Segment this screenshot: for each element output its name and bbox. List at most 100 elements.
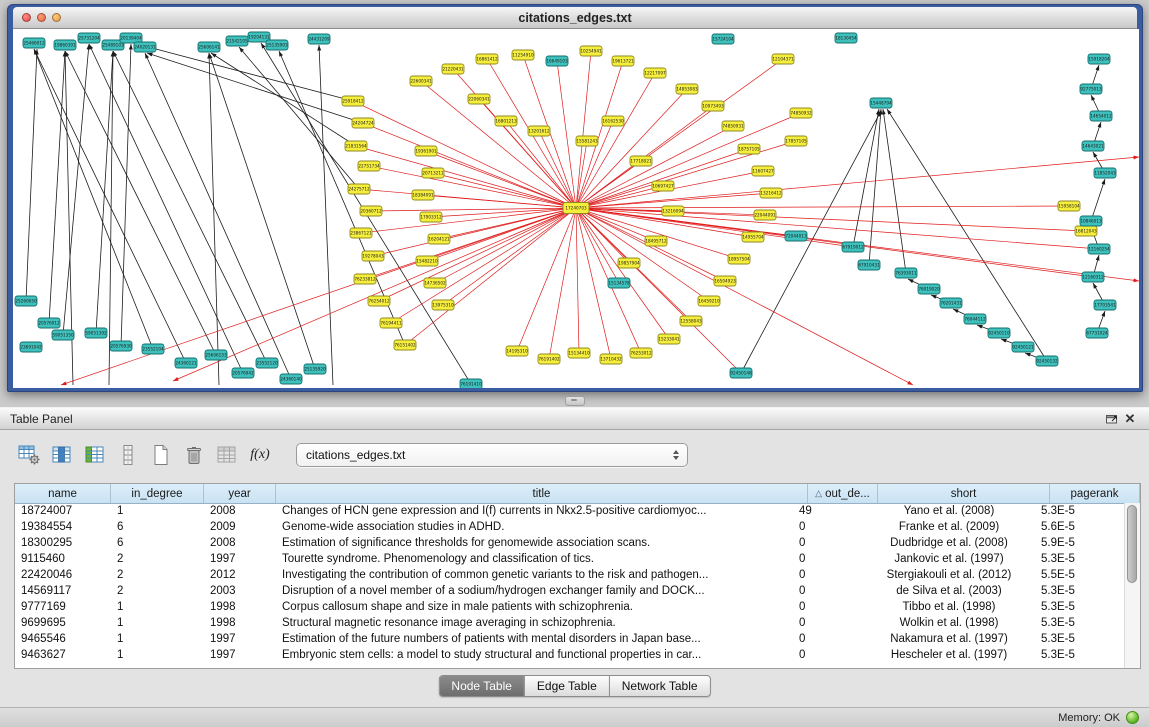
graph-node[interactable]: 23691042 [20, 342, 42, 352]
float-panel-button[interactable] [1103, 410, 1121, 428]
graph-node[interactable]: 76393011 [895, 268, 917, 278]
graph-node[interactable]: 16861412 [476, 54, 498, 64]
tab-edge-table[interactable]: Edge Table [525, 676, 610, 696]
table-row[interactable]: 1872400712008Changes of HCN gene express… [15, 503, 1125, 519]
graph-node[interactable]: 20139404 [120, 33, 142, 43]
column-header-pagerank[interactable]: pagerank [1050, 484, 1140, 503]
new-table-button[interactable] [148, 442, 174, 468]
graph-node[interactable]: 76201431 [940, 298, 962, 308]
graph-node[interactable]: 25918412 [342, 96, 364, 106]
graph-node[interactable]: 24360121 [175, 358, 197, 368]
graph-node[interactable]: 24431209 [308, 34, 330, 44]
graph-node[interactable]: 12217097 [644, 68, 666, 78]
graph-node[interactable]: 92450132 [1036, 356, 1058, 366]
graph-node[interactable]: 13710432 [600, 354, 622, 364]
close-panel-button[interactable]: ✕ [1121, 410, 1139, 428]
table-row[interactable]: 946554611997Estimation of the future num… [15, 631, 1125, 647]
graph-node[interactable]: 16459210 [698, 296, 720, 306]
column-header-short[interactable]: short [878, 484, 1050, 503]
network-svg[interactable]: 25918412 24204724 21831564 22751734 24275712… [13, 29, 1139, 388]
graph-node[interactable]: 15958104 [1058, 201, 1080, 211]
graph-node[interactable]: 59051392 [85, 328, 107, 338]
table-row[interactable]: 1830029562008Estimation of significance … [15, 535, 1125, 551]
graph-node[interactable]: 25466012 [23, 38, 45, 48]
graph-node[interactable]: 18384091 [412, 190, 434, 200]
graph-node[interactable]: 16801213 [495, 116, 517, 126]
graph-node[interactable]: 92775013 [1080, 84, 1102, 94]
scrollbar-thumb[interactable] [1127, 505, 1137, 583]
graph-node[interactable]: 16812043 [1075, 226, 1097, 236]
graph-node[interactable]: 76019020 [918, 284, 940, 294]
graph-node[interactable]: 24204724 [352, 118, 374, 128]
graph-node[interactable]: 17703541 [1094, 300, 1116, 310]
graph-node[interactable]: 17718021 [630, 156, 652, 166]
graph-node[interactable]: 20576912 [38, 318, 60, 328]
graph-node[interactable]: 14853083 [676, 84, 698, 94]
graph-node[interactable]: 17903312 [420, 212, 442, 222]
graph-node[interactable]: 72044013 [785, 231, 807, 241]
graph-node[interactable]: 22060341 [468, 94, 490, 104]
import-table-button[interactable] [214, 442, 240, 468]
graph-node[interactable]: 12558043 [680, 316, 702, 326]
graph-node[interactable]: 22751734 [358, 161, 380, 171]
graph-node[interactable]: 16649103 [546, 56, 568, 66]
select-columns-button[interactable] [49, 442, 75, 468]
table-row[interactable]: 946362711997Embryonic stem cells: a mode… [15, 647, 1125, 663]
column-header-in_degree[interactable]: in_degree [111, 484, 204, 503]
graph-node[interactable]: 24360140 [280, 374, 302, 384]
graph-node[interactable]: 76254012 [368, 296, 390, 306]
graph-node[interactable]: 25731204 [78, 33, 100, 43]
graph-node[interactable]: 92450148 [730, 368, 752, 378]
graph-node[interactable]: 74850931 [722, 121, 744, 131]
graph-node[interactable]: 92450121 [1012, 342, 1034, 352]
graph-node[interactable]: 23867121 [350, 228, 372, 238]
graph-node[interactable]: 74850932 [790, 108, 812, 118]
graph-node[interactable]: 21542105 [226, 36, 248, 46]
graph-node[interactable]: 16504923 [714, 276, 736, 286]
graph-node[interactable]: 19860391 [54, 40, 76, 50]
graph-node[interactable]: 13216412 [760, 188, 782, 198]
graph-node[interactable]: 76253012 [630, 348, 652, 358]
table-row[interactable]: 1456911722003Disruption of a novel membe… [15, 583, 1125, 599]
graph-node[interactable]: 15482210 [416, 256, 438, 266]
graph-node[interactable]: 19278043 [362, 251, 384, 261]
graph-node[interactable]: 25606141 [198, 42, 220, 52]
minimize-button[interactable] [37, 13, 46, 22]
graph-node[interactable]: 14195310 [506, 346, 528, 356]
graph-node[interactable]: 23552120 [256, 358, 278, 368]
graph-node[interactable]: 14643021 [1082, 141, 1104, 151]
graph-node[interactable]: 18130454 [835, 33, 857, 43]
graph-node[interactable]: 10846013 [1080, 216, 1102, 226]
table-row[interactable]: 977716911998Corpus callosum shape and si… [15, 599, 1125, 615]
row-options-button[interactable] [115, 442, 141, 468]
network-canvas[interactable]: 25918412 24204724 21831564 22751734 24275712… [13, 29, 1139, 388]
graph-node[interactable]: 24275712 [348, 184, 370, 194]
graph-node[interactable]: 14654012 [1090, 111, 1112, 121]
table-scrollbar[interactable] [1124, 503, 1140, 668]
graph-node[interactable]: 13216094 [662, 206, 684, 216]
graph-node[interactable]: 76194411 [380, 318, 402, 328]
column-header-year[interactable]: year [204, 484, 276, 503]
graph-node[interactable]: 15448794 [870, 98, 892, 108]
table-row[interactable]: 911546021997Tourette syndrome. Phenomeno… [15, 551, 1125, 567]
graph-node[interactable]: 12160254 [1088, 244, 1110, 254]
table-row[interactable]: 2242004622012Investigating the contribut… [15, 567, 1125, 583]
graph-node[interactable]: 59051350 [52, 330, 74, 340]
table-selector-dropdown[interactable]: citations_edges.txt [296, 443, 688, 467]
graph-node[interactable]: 10697427 [652, 181, 674, 191]
graph-node[interactable]: 25606153 [205, 350, 227, 360]
graph-node[interactable]: 16162530 [602, 116, 624, 126]
graph-node[interactable]: 12104371 [772, 54, 794, 64]
graph-node[interactable]: 21831564 [345, 141, 367, 151]
graph-node[interactable]: 76044112 [964, 314, 986, 324]
graph-node[interactable]: 15918204 [1088, 54, 1110, 64]
graph-node[interactable]: 13201612 [528, 126, 550, 136]
graph-node[interactable]: 17240703 [563, 203, 589, 214]
graph-node[interactable]: 11607427 [752, 166, 774, 176]
graph-node[interactable]: 19857904 [618, 258, 640, 268]
panel-splitter-handle[interactable] [565, 396, 585, 406]
graph-node[interactable]: 92450110 [988, 328, 1010, 338]
graph-node[interactable]: 19361901 [415, 146, 437, 156]
tab-node-table[interactable]: Node Table [439, 676, 525, 696]
graph-node[interactable]: 18495712 [645, 236, 667, 246]
